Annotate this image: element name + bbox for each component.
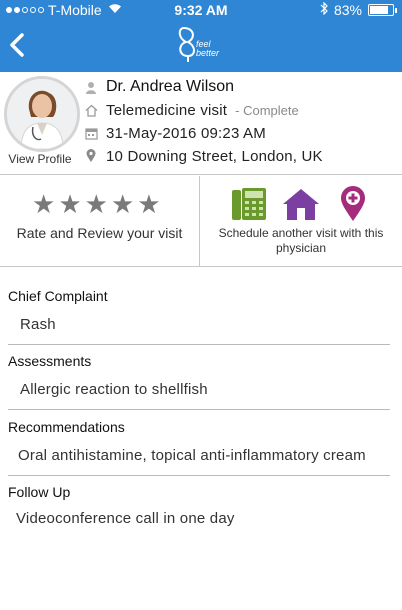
assessments-section: Assessments Allergic reaction to shellfi…	[8, 353, 390, 398]
visit-datetime-row: 31-May-2016 09:23 AM	[84, 122, 266, 144]
schedule-home-visit-button[interactable]	[282, 186, 320, 222]
assessments-value: Allergic reaction to shellfish	[20, 381, 208, 398]
schedule-visit-label: Schedule another visit with this physici…	[218, 226, 384, 255]
visit-datetime: 31-May-2016 09:23 AM	[106, 124, 266, 142]
follow-up-section: Follow Up Videoconference call in one da…	[8, 484, 390, 527]
home-icon	[283, 189, 319, 220]
recommendations-title: Recommendations	[8, 419, 125, 435]
doctor-avatar[interactable]	[4, 76, 80, 152]
section-divider	[8, 344, 390, 345]
chief-complaint-section: Chief Complaint Rash	[8, 288, 390, 333]
visit-status: - Complete	[235, 102, 299, 118]
calendar-icon	[84, 126, 98, 140]
schedule-clinic-visit-button[interactable]	[334, 186, 372, 222]
battery-level	[370, 6, 388, 14]
status-bar: T-Mobile 9:32 AM 83%	[0, 0, 402, 20]
doctor-name-row: Dr. Andrea Wilson	[84, 76, 234, 98]
actions-row: ★ ★ ★ ★ ★ Rate and Review your visit Sch…	[0, 176, 402, 267]
chief-complaint-value: Rash	[20, 316, 56, 333]
recommendations-value: Oral antihistamine, topical anti-inflamm…	[18, 447, 366, 464]
star-icon[interactable]: ★	[137, 190, 160, 218]
star-icon[interactable]: ★	[58, 190, 81, 218]
section-divider	[8, 409, 390, 410]
feel-better-logo: feel better	[174, 22, 228, 68]
follow-up-title: Follow Up	[8, 484, 71, 500]
person-icon	[84, 80, 98, 94]
doctor-profile-card: View Profile Dr. Andrea Wilson Telemedic…	[0, 72, 402, 175]
rate-review-button[interactable]: ★ ★ ★ ★ ★ Rate and Review your visit	[0, 176, 199, 267]
view-profile-link[interactable]: View Profile	[0, 152, 80, 166]
bluetooth-icon	[320, 1, 328, 18]
star-icon[interactable]: ★	[32, 190, 55, 218]
location-pin-icon	[84, 149, 98, 163]
address-row: 10 Downing Street, London, UK	[84, 145, 323, 167]
status-right: 83%	[320, 1, 397, 18]
battery-percent: 83%	[333, 2, 362, 18]
house-icon	[84, 103, 98, 117]
battery-icon	[368, 4, 397, 16]
star-rating[interactable]: ★ ★ ★ ★ ★	[32, 190, 161, 218]
phone-icon	[232, 188, 266, 220]
visit-type: Telemedicine visit	[106, 101, 228, 119]
chevron-left-icon	[10, 33, 24, 57]
section-divider	[8, 475, 390, 476]
back-button[interactable]	[6, 30, 30, 60]
schedule-phone-button[interactable]	[230, 186, 268, 222]
schedule-visit-panel: Schedule another visit with this physici…	[200, 176, 402, 267]
map-pin-icon	[341, 186, 365, 221]
doctor-name: Dr. Andrea Wilson	[106, 78, 235, 95]
recommendations-section: Recommendations Oral antihistamine, topi…	[8, 419, 390, 464]
rate-review-label: Rate and Review your visit	[16, 225, 183, 241]
assessments-title: Assessments	[8, 353, 92, 369]
logo-text-better: better	[196, 48, 220, 58]
top-bar: T-Mobile 9:32 AM 83% feel better	[0, 0, 402, 72]
visit-address: 10 Downing Street, London, UK	[106, 147, 323, 165]
chief-complaint-title: Chief Complaint	[8, 288, 108, 304]
star-icon[interactable]: ★	[85, 190, 108, 218]
star-icon[interactable]: ★	[111, 190, 134, 218]
follow-up-value: Videoconference call in one day	[16, 510, 235, 527]
visit-type-row: Telemedicine visit - Complete	[84, 99, 299, 121]
